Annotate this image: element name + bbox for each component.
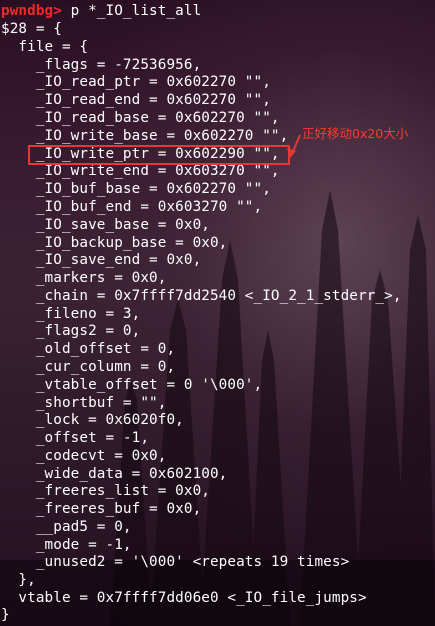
output-line: _vtable_offset = 0 '\000',: [1, 377, 263, 393]
output-line: _IO_save_base = 0x0,: [1, 217, 210, 233]
output-line: _old_offset = 0,: [1, 341, 176, 357]
output-line: _cur_column = 0,: [1, 359, 176, 375]
output-line: _mode = -1,: [1, 537, 132, 553]
output-line: _lock = 0x6020f0,: [1, 412, 184, 428]
output-line: _IO_buf_end = 0x603270 "",: [1, 199, 263, 215]
output-line: }: [1, 607, 10, 623]
output-line: _fileno = 3,: [1, 306, 141, 322]
output-line: _wide_data = 0x602100,: [1, 466, 228, 482]
annotation-label: 正好移动0x20大小: [302, 126, 409, 141]
output-line: _chain = 0x7ffff7dd2540 <_IO_2_1_stderr_…: [1, 288, 402, 304]
output-line: _IO_read_ptr = 0x602270 "",: [1, 74, 271, 90]
output-line: _IO_read_end = 0x602270 "",: [1, 92, 271, 108]
command-text: p *_IO_list_all: [61, 3, 202, 19]
annotation-highlight-box: [28, 145, 290, 165]
output-line: file = {: [1, 39, 89, 55]
output-line: _flags2 = 0,: [1, 323, 141, 339]
command-prompt-line: pwndbg> p *_IO_list_all: [1, 2, 201, 20]
output-line: _freeres_list = 0x0,: [1, 483, 210, 499]
output-line: _unused2 = '\000' <repeats 19 times>: [1, 554, 350, 570]
output-line: },: [1, 572, 36, 588]
output-line: _markers = 0x0,: [1, 270, 167, 286]
output-line: _flags = -72536956,: [1, 57, 202, 73]
output-line: _IO_backup_base = 0x0,: [1, 235, 228, 251]
terminal-output: pwndbg> p *_IO_list_all $28 = { file = {…: [0, 0, 435, 626]
output-line: __pad5 = 0,: [1, 519, 132, 535]
output-line: _codecvt = 0x0,: [1, 448, 167, 464]
output-line: _IO_read_base = 0x602270 "",: [1, 110, 280, 126]
output-line: _IO_save_end = 0x0,: [1, 252, 202, 268]
output-line: vtable = 0x7ffff7dd06e0 <_IO_file_jumps>: [1, 590, 367, 606]
output-line: _offset = -1,: [1, 430, 150, 446]
output-line: _IO_buf_base = 0x602270 "",: [1, 181, 271, 197]
output-line: $28 = {: [1, 21, 62, 37]
prompt-label: pwndbg>: [1, 3, 62, 19]
output-line: _freeres_buf = 0x0,: [1, 501, 202, 517]
output-line: _IO_write_base = 0x602270 "",: [1, 128, 289, 144]
output-line: _shortbuf = "",: [1, 395, 167, 411]
